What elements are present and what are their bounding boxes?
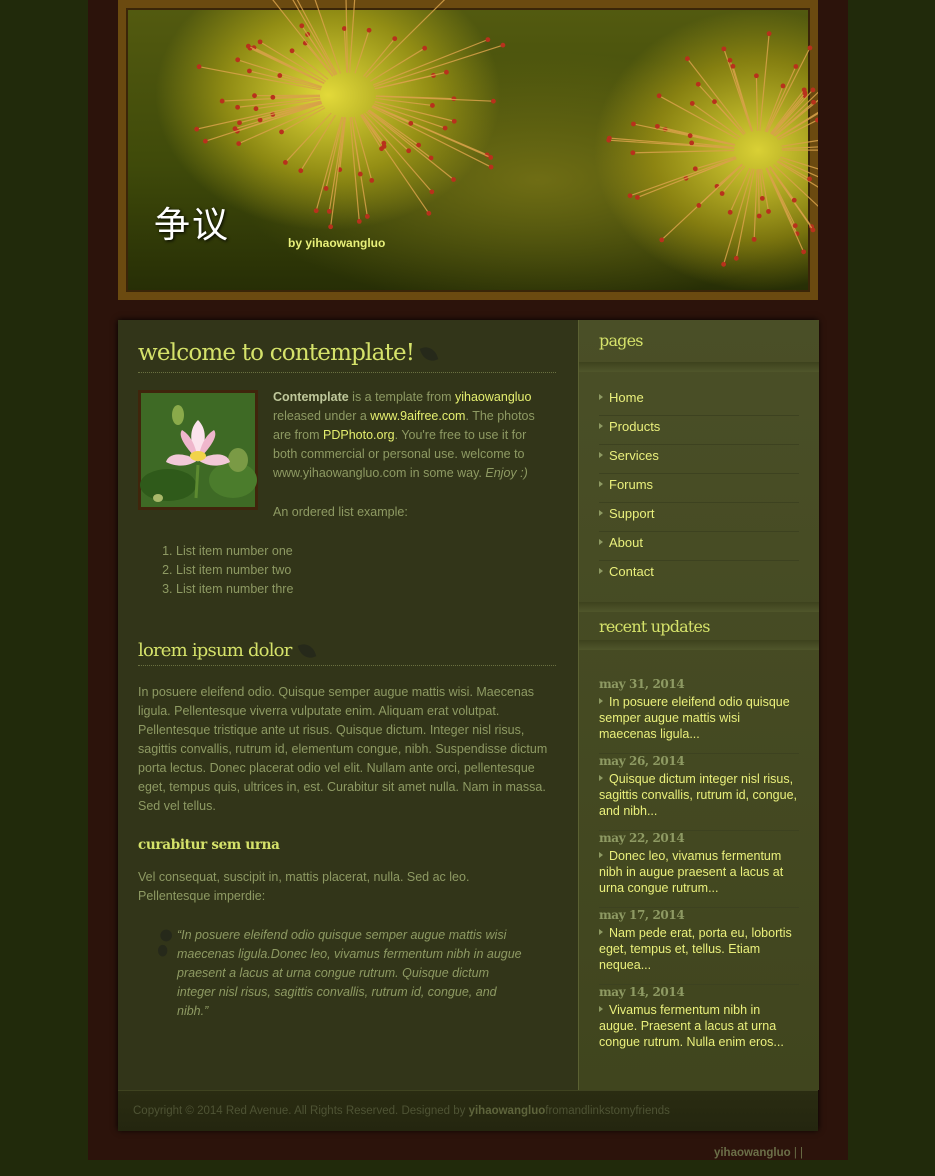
sidebar-divider bbox=[579, 362, 819, 372]
nav-link-support[interactable]: Support bbox=[609, 506, 655, 521]
footer-suffix: fromandlinkstomyfriends bbox=[545, 1105, 670, 1117]
nav-link-forums[interactable]: Forums bbox=[609, 477, 653, 492]
site-byline: by yihaowangluo bbox=[288, 236, 386, 250]
update-item: may 14, 2014 Vivamus fermentum nibh in a… bbox=[599, 985, 799, 1062]
update-link[interactable]: Donec leo, vivamus fermentum nibh in aug… bbox=[599, 848, 799, 896]
update-item: may 17, 2014 Nam pede erat, porta eu, lo… bbox=[599, 908, 799, 985]
ordered-list: List item number one List item number tw… bbox=[138, 542, 293, 599]
nav-link-products[interactable]: Products bbox=[609, 419, 660, 434]
update-date: may 26, 2014 bbox=[599, 754, 685, 768]
nav-link-about[interactable]: About bbox=[609, 535, 643, 550]
designer-link[interactable]: yihaowangluo bbox=[469, 1105, 546, 1117]
curabitur-heading: curabitur sem urna bbox=[138, 837, 280, 853]
photo-source-link[interactable]: PDPhoto.org bbox=[323, 428, 395, 442]
update-link[interactable]: Nam pede erat, porta eu, lobortis eget, … bbox=[599, 925, 799, 973]
nav-link-services[interactable]: Services bbox=[609, 448, 659, 463]
quote-mark-icon bbox=[158, 929, 172, 957]
intro-paragraph: Contemplate is a template from yihaowang… bbox=[273, 388, 553, 483]
leaf-icon bbox=[297, 641, 316, 661]
header-banner: 争议 by yihaowangluo bbox=[118, 0, 818, 300]
sidebar-divider bbox=[579, 640, 819, 650]
nav-item-support[interactable]: Support bbox=[599, 503, 799, 532]
lotus-image bbox=[140, 393, 257, 507]
copyright-label: Copyright © 2014 Red Avenue. All Rights … bbox=[133, 1105, 469, 1117]
lorem-heading-text: lorem ipsum dolor bbox=[138, 640, 292, 661]
brand-name: Contemplate bbox=[273, 390, 349, 404]
pages-nav: Home Products Services Forums Support Ab… bbox=[599, 387, 799, 590]
nav-link-contact[interactable]: Contact bbox=[609, 564, 654, 579]
arrow-icon bbox=[599, 568, 603, 574]
arrow-icon bbox=[599, 481, 603, 487]
update-item: may 26, 2014 Quisque dictum integer nisl… bbox=[599, 754, 799, 831]
license-link[interactable]: www.9aifree.com bbox=[370, 409, 465, 423]
lorem-paragraph: In posuere eleifend odio. Quisque semper… bbox=[138, 685, 548, 813]
author-link[interactable]: yihaowangluo bbox=[455, 390, 531, 404]
nav-link-home[interactable]: Home bbox=[609, 390, 644, 405]
list-item: List item number one bbox=[176, 542, 293, 561]
credits-bar: yihaowangluo | | bbox=[714, 1147, 803, 1159]
nav-item-forums[interactable]: Forums bbox=[599, 474, 799, 503]
sundew-photo bbox=[194, 0, 818, 267]
arrow-icon bbox=[599, 394, 603, 400]
update-date: may 31, 2014 bbox=[599, 677, 685, 691]
list-item: List item number two bbox=[176, 561, 293, 580]
update-item: may 22, 2014 Donec leo, vivamus fermentu… bbox=[599, 831, 799, 908]
credits-link[interactable]: yihaowangluo bbox=[714, 1147, 791, 1159]
arrow-icon bbox=[599, 539, 603, 545]
content-box: welcome to contemplate! Contemplate is a… bbox=[118, 320, 819, 1131]
arrow-icon bbox=[599, 423, 603, 429]
blockquote-text: “In posuere eleifend odio quisque semper… bbox=[177, 928, 522, 1018]
nav-item-home[interactable]: Home bbox=[599, 387, 799, 416]
welcome-heading-text: welcome to contemplate! bbox=[138, 340, 415, 366]
blockquote: “In posuere eleifend odio quisque semper… bbox=[158, 926, 528, 1021]
ordered-list-caption: An ordered list example: bbox=[273, 505, 408, 519]
enjoy-text: Enjoy :) bbox=[485, 466, 528, 480]
site-title[interactable]: 争议 bbox=[154, 196, 230, 248]
update-date: may 17, 2014 bbox=[599, 908, 685, 922]
list-item: List item number thre bbox=[176, 580, 293, 599]
nav-item-about[interactable]: About bbox=[599, 532, 799, 561]
update-date: may 22, 2014 bbox=[599, 831, 685, 845]
leaf-icon bbox=[419, 344, 439, 364]
welcome-heading: welcome to contemplate! bbox=[138, 340, 556, 373]
update-link[interactable]: In posuere eleifend odio quisque semper … bbox=[599, 694, 799, 742]
credits-separator: | | bbox=[790, 1147, 803, 1159]
update-date: may 14, 2014 bbox=[599, 985, 685, 999]
sidebar: pages Home Products Services Forums Supp… bbox=[578, 320, 819, 1090]
intro-text: is a template from bbox=[348, 390, 455, 404]
nav-item-contact[interactable]: Contact bbox=[599, 561, 799, 590]
arrow-icon bbox=[599, 510, 603, 516]
recent-updates-title: recent updates bbox=[599, 617, 710, 636]
copyright-text: Copyright © 2014 Red Avenue. All Rights … bbox=[133, 1105, 670, 1117]
pages-title: pages bbox=[599, 331, 644, 350]
sidebar-divider bbox=[579, 602, 819, 612]
update-link[interactable]: Quisque dictum integer nisl risus, sagit… bbox=[599, 771, 799, 819]
arrow-icon bbox=[599, 452, 603, 458]
footer: Copyright © 2014 Red Avenue. All Rights … bbox=[118, 1090, 818, 1131]
lotus-thumbnail bbox=[138, 390, 258, 510]
intro-text: released under a bbox=[273, 409, 371, 423]
nav-item-products[interactable]: Products bbox=[599, 416, 799, 445]
nav-item-services[interactable]: Services bbox=[599, 445, 799, 474]
updates-list: may 31, 2014 In posuere eleifend odio qu… bbox=[599, 677, 799, 1062]
vel-paragraph: Vel consequat, suscipit in, mattis place… bbox=[138, 870, 470, 903]
update-link[interactable]: Vivamus fermentum nibh in augue. Praesen… bbox=[599, 1002, 799, 1050]
update-item: may 31, 2014 In posuere eleifend odio qu… bbox=[599, 677, 799, 754]
lorem-heading: lorem ipsum dolor bbox=[138, 640, 556, 666]
